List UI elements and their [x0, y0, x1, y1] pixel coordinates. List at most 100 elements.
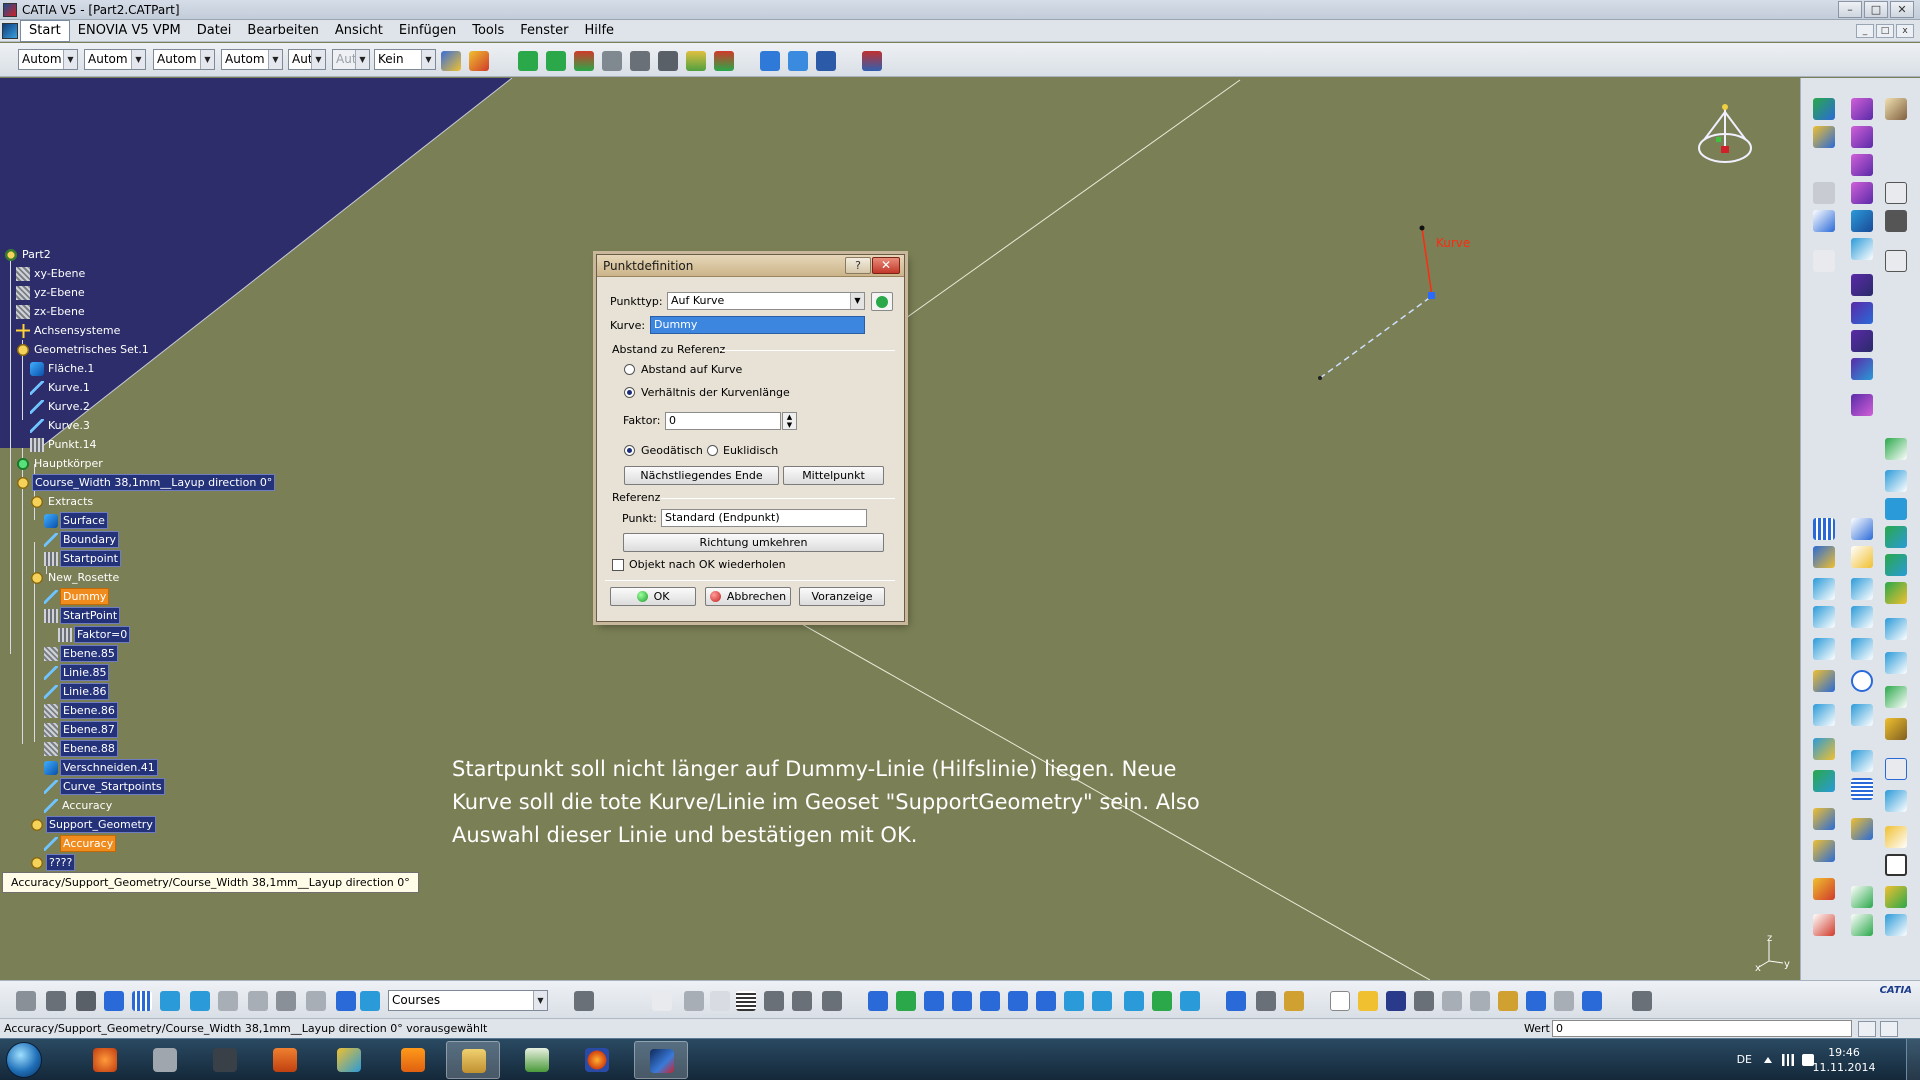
taskbar-app-8[interactable] — [510, 1041, 564, 1079]
chevron-down-icon[interactable]: ▼ — [131, 50, 145, 69]
corner-icon[interactable] — [1885, 582, 1907, 604]
projection-icon[interactable] — [1813, 578, 1835, 600]
tree-node-dummy[interactable]: Dummy — [44, 588, 110, 605]
axis-icon[interactable] — [1885, 470, 1907, 492]
circle-tool-icon[interactable] — [1851, 670, 1873, 692]
group-icon[interactable] — [218, 991, 238, 1011]
tree-node-zx-ebene[interactable]: zx-Ebene — [16, 303, 87, 320]
command-icon[interactable] — [1858, 1021, 1876, 1037]
dimension-arrows-icon[interactable] — [1226, 991, 1246, 1011]
punkttyp-select[interactable]: Auf Kurve ▼ — [667, 292, 865, 310]
reflect-line-icon[interactable] — [1813, 606, 1835, 628]
workbench-icon[interactable] — [862, 51, 882, 71]
rule-icon[interactable] — [1813, 878, 1835, 900]
inertia-icon[interactable] — [1256, 991, 1276, 1011]
iso-view-icon[interactable] — [1092, 991, 1112, 1011]
naechstliegendes-ende-button[interactable]: Nächstliegendes Ende — [624, 466, 779, 485]
network-icon[interactable] — [1782, 1054, 1794, 1066]
chevron-down-icon[interactable]: ▼ — [200, 50, 214, 69]
knowledge-icon[interactable] — [1885, 826, 1907, 848]
grid-icon[interactable] — [1813, 518, 1835, 540]
move-arrows-icon[interactable] — [546, 51, 566, 71]
tree-node-new-rosette[interactable]: New_Rosette — [30, 569, 121, 586]
taskbar-app-2[interactable] — [138, 1041, 192, 1079]
sew-icon[interactable] — [1851, 358, 1873, 380]
sweep-icon[interactable] — [1851, 154, 1873, 176]
render-style-icon[interactable] — [1124, 991, 1144, 1011]
compass-tool-icon[interactable] — [868, 991, 888, 1011]
bottle-icon[interactable] — [1284, 991, 1304, 1011]
affinity-icon[interactable] — [1851, 750, 1873, 772]
constraint-icon[interactable] — [630, 51, 650, 71]
text-abc-icon[interactable] — [1813, 250, 1835, 272]
power-input-icon[interactable] — [1880, 1021, 1898, 1037]
tree-node-ebene-88[interactable]: Ebene.88 — [44, 740, 118, 757]
close-surface-icon[interactable] — [1851, 330, 1873, 352]
hierarchy-icon[interactable] — [764, 991, 784, 1011]
formula-fx-icon[interactable] — [652, 991, 672, 1011]
tree-node-hauptkoerper[interactable]: Hauptkörper — [16, 455, 105, 472]
transform-icon[interactable] — [1851, 394, 1873, 416]
menu-start[interactable]: Start — [20, 20, 70, 42]
normal-view-icon[interactable] — [1036, 991, 1056, 1011]
table-icon[interactable] — [788, 51, 808, 71]
dialog-help-button[interactable]: ? — [845, 257, 871, 274]
tree-node-ebene-85[interactable]: Ebene.85 — [44, 645, 118, 662]
tree-node-xy-ebene[interactable]: xy-Ebene — [16, 265, 87, 282]
work-plane-icon[interactable] — [190, 991, 210, 1011]
chevron-down-icon[interactable]: ▼ — [268, 50, 282, 69]
tree-node-verschneiden-41[interactable]: Verschneiden.41 — [44, 759, 158, 776]
menu-bearbeiten[interactable]: Bearbeiten — [239, 20, 326, 42]
print-icon[interactable] — [1414, 991, 1434, 1011]
taskbar-app-5[interactable] — [322, 1041, 376, 1079]
line-color-combo[interactable]: Autom ▼ — [18, 49, 78, 70]
multi-view-icon[interactable] — [1064, 991, 1084, 1011]
tree-node-accuracy-rosette[interactable]: Accuracy — [44, 797, 114, 814]
document-menu-icon[interactable] — [2, 23, 18, 39]
tree-node-punkt-14[interactable]: Punkt.14 — [30, 436, 99, 453]
list-icon[interactable] — [336, 991, 356, 1011]
punkt-input[interactable]: Standard (Endpunkt) — [661, 509, 867, 527]
voranzeige-button[interactable]: Voranzeige — [799, 587, 885, 606]
radio-abstand-auf-kurve[interactable] — [624, 364, 635, 375]
axis-to-axis-icon[interactable] — [1885, 758, 1907, 780]
dimension-icon[interactable] — [658, 51, 678, 71]
ok-button[interactable]: OK — [610, 587, 696, 606]
tree-node-ebene-87[interactable]: Ebene.87 — [44, 721, 118, 738]
kurve-input[interactable]: Dummy — [650, 316, 865, 334]
tree-node-course-width[interactable]: Course_Width 38,1mm__Layup direction 0° — [16, 474, 276, 491]
menu-datei[interactable]: Datei — [189, 20, 240, 42]
copy-icon[interactable] — [1470, 991, 1490, 1011]
painter-icon[interactable] — [441, 51, 461, 71]
rotate-view-icon[interactable] — [952, 991, 972, 1011]
formula-icon[interactable] — [1851, 886, 1873, 908]
taskbar-app-3[interactable] — [198, 1041, 252, 1079]
point-type-lock-button[interactable] — [871, 292, 893, 311]
swap-space-icon[interactable] — [1180, 991, 1200, 1011]
comment-icon[interactable] — [684, 991, 704, 1011]
tree-node-part2[interactable]: Part2 — [4, 246, 53, 263]
catia-app-icon[interactable] — [3, 3, 17, 17]
courses-combo[interactable]: Courses ▼ — [388, 990, 548, 1011]
menu-tools[interactable]: Tools — [464, 20, 512, 42]
thickness-icon[interactable] — [1851, 302, 1873, 324]
tree-node-kurve-3[interactable]: Kurve.3 — [30, 417, 92, 434]
pattern-icon[interactable] — [1851, 778, 1873, 800]
menu-enovia[interactable]: ENOVIA V5 VPM — [70, 20, 189, 42]
compass-icon[interactable] — [1692, 100, 1758, 174]
define-in-work-object-icon[interactable] — [276, 991, 296, 1011]
catalog-icon[interactable] — [1851, 818, 1873, 840]
close-window-button[interactable]: ✕ — [1890, 1, 1914, 18]
tree-node-extracts[interactable]: Extracts — [30, 493, 95, 510]
line-weight-combo[interactable]: Autom ▼ — [153, 49, 215, 70]
menu-fenster[interactable]: Fenster — [512, 20, 576, 42]
point-tool-icon[interactable] — [1813, 546, 1835, 568]
tree-node-achsensysteme[interactable]: Achsensysteme — [16, 322, 122, 339]
redo-icon[interactable] — [1554, 991, 1574, 1011]
paste-icon[interactable] — [1498, 991, 1518, 1011]
curve-tool-icon[interactable] — [1851, 704, 1873, 726]
extract-icon[interactable] — [1851, 238, 1873, 260]
shape-fillet-icon[interactable] — [1813, 638, 1835, 660]
parallel-curve-icon[interactable] — [1885, 618, 1907, 640]
axis-system-tool-icon[interactable] — [76, 991, 96, 1011]
